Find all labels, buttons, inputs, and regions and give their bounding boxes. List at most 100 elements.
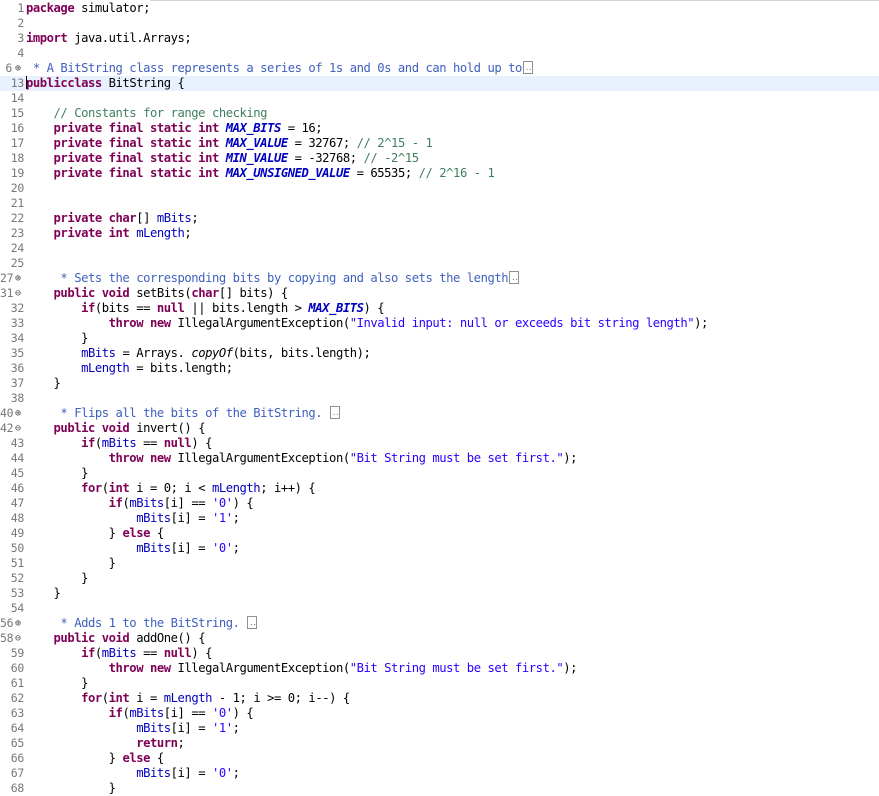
line-number: 54 (10, 601, 25, 615)
code-line[interactable]: 65 return; (0, 736, 879, 751)
code-line[interactable]: 36 mLength = bits.length; (0, 361, 879, 376)
line-number: 19 (10, 166, 25, 180)
code-line[interactable]: 14 (0, 91, 879, 106)
line-number: 36 (10, 361, 25, 375)
code-line[interactable]: 35 mBits = Arrays. copyOf(bits, bits.len… (0, 346, 879, 361)
fold-collapse-icon[interactable]: ⊖ (12, 631, 24, 646)
code-line[interactable]: 1 package simulator; (0, 1, 879, 16)
collapsed-comment-icon[interactable] (330, 406, 341, 421)
code-token: mBits (156, 211, 192, 225)
line-number: 66 (10, 751, 25, 765)
code-line[interactable]: 50 mBits[i] = '0'; (0, 541, 879, 556)
code-token: throw new (26, 661, 178, 675)
code-line[interactable]: 51 } (0, 556, 879, 571)
code-text: if(mBits[i] == '0') { (26, 496, 254, 511)
code-line[interactable]: 44 throw new IllegalArgumentException("B… (0, 451, 879, 466)
code-token: mBits (26, 511, 171, 525)
code-line[interactable]: 3 import java.util.Arrays; (0, 31, 879, 46)
line-number: 6 (5, 61, 12, 75)
fold-expand-icon[interactable]: ⊕ (12, 271, 24, 286)
code-line[interactable]: 16 private final static int MAX_BITS = 1… (0, 121, 879, 136)
code-line[interactable]: 63 if(mBits[i] == '0') { (0, 706, 879, 721)
code-line[interactable]: 48 mBits[i] = '1'; (0, 511, 879, 526)
fold-collapse-icon[interactable]: ⊖ (12, 421, 24, 436)
code-token: if (26, 706, 123, 720)
line-number: 59 (10, 646, 25, 660)
code-token: ; (191, 211, 199, 225)
code-line[interactable]: 42 ⊖ public void invert() { (0, 421, 879, 436)
code-token: } (26, 376, 61, 390)
code-line[interactable]: 18 private final static int MIN_VALUE = … (0, 151, 879, 166)
code-line[interactable]: 25 (0, 256, 879, 271)
fold-expand-icon[interactable]: ⊕ (12, 406, 24, 421)
code-token: ) { (191, 436, 212, 450)
fold-collapse-icon[interactable]: ⊖ (12, 286, 24, 301)
code-token: "Bit String must be set first." (349, 451, 564, 465)
code-token: '0' (211, 706, 233, 720)
code-line[interactable]: 60 throw new IllegalArgumentException("B… (0, 661, 879, 676)
code-line[interactable]: 15 // Constants for range checking (0, 106, 879, 121)
collapsed-comment-icon[interactable] (509, 271, 520, 286)
code-line[interactable]: 45 } (0, 466, 879, 481)
code-line[interactable]: 56 ⊕ * Adds 1 to the BitString. (0, 616, 879, 631)
collapsed-comment-icon[interactable] (522, 61, 533, 76)
code-line[interactable]: 34 } (0, 331, 879, 346)
code-token: || bits.length > (191, 301, 309, 315)
code-token: * Sets the corresponding bits by copying… (26, 271, 509, 285)
code-line[interactable]: 53 } (0, 586, 879, 601)
code-editor[interactable]: 1 package simulator; 2 3 import java.util.Ar… (0, 1, 879, 796)
code-line[interactable]: 66 } else { (0, 751, 879, 766)
code-text: * A BitString class represents a series … (26, 61, 533, 76)
code-line[interactable]: 40 ⊕ * Flips all the bits of the BitStrin… (0, 406, 879, 421)
code-token: = 65535; (356, 166, 419, 180)
code-line[interactable]: 52 } (0, 571, 879, 586)
line-number: 60 (10, 661, 25, 675)
code-line[interactable]: 54 (0, 601, 879, 616)
code-line[interactable]: 21 (0, 196, 879, 211)
code-line[interactable]: 24 (0, 241, 879, 256)
code-token: [i] = (170, 766, 212, 780)
code-line[interactable]: 64 mBits[i] = '1'; (0, 721, 879, 736)
code-line[interactable]: 20 (0, 181, 879, 196)
code-token: * Flips all the bits of the BitString. (26, 406, 330, 420)
code-line[interactable]: 38 (0, 391, 879, 406)
line-number: 38 (10, 391, 25, 405)
code-line[interactable]: 19 private final static int MAX_UNSIGNED… (0, 166, 879, 181)
code-line[interactable]: 62 for(int i = mLength - 1; i >= 0; i--)… (0, 691, 879, 706)
code-line[interactable]: 58 ⊖ public void addOne() { (0, 631, 879, 646)
code-token: = bits.length; (136, 361, 233, 375)
code-token: } (26, 526, 123, 540)
code-line[interactable]: 4 (0, 46, 879, 61)
code-line[interactable]: 23 private int mLength; (0, 226, 879, 241)
code-token: mLength (26, 361, 137, 375)
code-line[interactable]: 22 private char[] mBits; (0, 211, 879, 226)
code-text: mBits[i] = '1'; (26, 721, 240, 736)
code-line[interactable]: 6 ⊕ * A BitString class represents a seri… (0, 61, 879, 76)
code-line[interactable]: 67 mBits[i] = '0'; (0, 766, 879, 781)
code-line[interactable]: 32 if(bits == null || bits.length > MAX_… (0, 301, 879, 316)
code-line[interactable]: 31 ⊖ public void setBits(char[] bits) { (0, 286, 879, 301)
code-text: } (26, 466, 88, 481)
code-line[interactable]: 46 for(int i = 0; i < mLength; i++) { (0, 481, 879, 496)
fold-expand-icon[interactable]: ⊕ (12, 61, 24, 76)
collapsed-comment-icon[interactable] (247, 616, 258, 631)
code-line[interactable]: 47 if(mBits[i] == '0') { (0, 496, 879, 511)
code-line[interactable]: 59 if(mBits == null) { (0, 646, 879, 661)
code-line[interactable]: 33 throw new IllegalArgumentException("I… (0, 316, 879, 331)
line-number: 37 (10, 376, 25, 390)
code-line[interactable]: 17 private final static int MAX_VALUE = … (0, 136, 879, 151)
code-token: return (26, 736, 178, 750)
code-line[interactable]: 13 publicclass BitString { (0, 76, 879, 91)
code-line[interactable]: 37 } (0, 376, 879, 391)
code-token: [i] = (170, 511, 212, 525)
fold-expand-icon[interactable]: ⊕ (12, 616, 24, 631)
code-line[interactable]: 68 } (0, 781, 879, 796)
code-line[interactable]: 43 if(mBits == null) { (0, 436, 879, 451)
code-line[interactable]: 61 } (0, 676, 879, 691)
code-line[interactable]: 49 } else { (0, 526, 879, 541)
code-line[interactable]: 2 (0, 16, 879, 31)
code-text: private final static int MIN_VALUE = -32… (26, 151, 420, 166)
code-line[interactable]: 27 ⊕ * Sets the corresponding bits by cop… (0, 271, 879, 286)
code-token: [] bits) { (218, 286, 288, 300)
line-number: 63 (10, 706, 25, 720)
